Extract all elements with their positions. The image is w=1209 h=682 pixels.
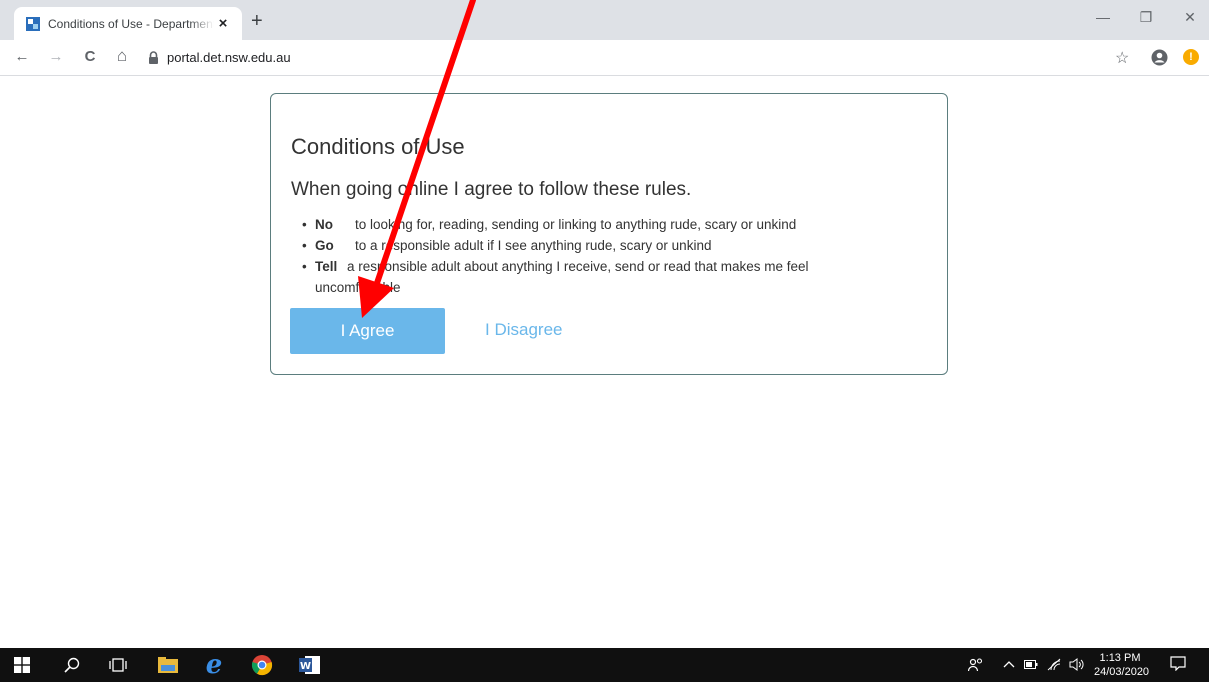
page-title: Conditions of Use (291, 134, 465, 159)
word-icon[interactable]: W (288, 648, 332, 682)
back-icon[interactable]: ← (12, 48, 32, 65)
volume-icon[interactable] (1069, 658, 1085, 671)
restore-icon[interactable]: ❐ (1136, 9, 1156, 26)
list-item: Tella responsible adult about anything I… (291, 256, 851, 298)
address-bar[interactable]: portal.det.nsw.edu.au (167, 50, 291, 65)
internet-explorer-icon[interactable]: e (192, 648, 236, 682)
tab-strip: Conditions of Use - Department of Educat… (0, 0, 1209, 40)
bookmark-star-icon[interactable]: ☆ (1115, 48, 1129, 68)
chrome-icon[interactable] (240, 648, 284, 682)
tab-title: Conditions of Use - Department of Educat… (48, 16, 214, 31)
rule-keyword: No (315, 217, 333, 232)
rule-text: a responsible adult about anything I rec… (315, 259, 809, 295)
task-view-icon[interactable] (96, 648, 140, 682)
tab-close-icon[interactable]: × (214, 15, 232, 32)
list-item: Go to a responsible adult if I see anythi… (291, 235, 851, 256)
disagree-link[interactable]: I Disagree (485, 320, 562, 340)
list-item: No to looking for, reading, sending or li… (291, 214, 851, 235)
conditions-card: Conditions of Use When going online I ag… (270, 93, 948, 375)
chevron-up-icon[interactable] (1003, 660, 1015, 668)
minimize-icon[interactable]: — (1093, 9, 1113, 25)
rule-keyword: Go (315, 238, 334, 253)
notification-center-icon[interactable] (1170, 655, 1186, 671)
close-window-icon[interactable]: ✕ (1180, 9, 1200, 26)
windows-taskbar: e W 1:13 PM 24/03/2020 (0, 648, 1209, 682)
new-tab-icon[interactable]: + (251, 11, 263, 31)
battery-icon[interactable] (1024, 660, 1038, 669)
search-icon[interactable] (50, 648, 94, 682)
profile-icon[interactable] (1151, 49, 1168, 66)
rule-text: to looking for, reading, sending or link… (355, 217, 797, 232)
svg-text:W: W (300, 661, 311, 672)
wifi-icon[interactable] (1047, 658, 1061, 671)
clock-date: 24/03/2020 (1094, 666, 1150, 678)
system-clock[interactable]: 1:13 PM 24/03/2020 (1094, 651, 1150, 679)
rule-text: to a responsible adult if I see anything… (355, 238, 712, 253)
rules-list: No to looking for, reading, sending or li… (291, 214, 851, 298)
reload-icon[interactable]: C (80, 48, 100, 65)
update-available-icon[interactable]: ! (1183, 49, 1199, 65)
lock-icon[interactable] (147, 51, 160, 65)
tab-conditions-of-use[interactable]: Conditions of Use - Department of Educat… (14, 7, 242, 40)
page-subtitle: When going online I agree to follow thes… (291, 179, 692, 200)
people-icon[interactable] (968, 658, 984, 672)
forward-icon[interactable]: → (46, 48, 66, 65)
windows-start-icon[interactable] (0, 648, 44, 682)
clock-time: 1:13 PM (1099, 652, 1141, 664)
home-icon[interactable]: ⌂ (112, 46, 132, 66)
rule-keyword: Tell (315, 259, 338, 274)
file-explorer-icon[interactable] (146, 648, 190, 682)
agree-button[interactable]: I Agree (290, 308, 445, 354)
department-favicon-icon (26, 16, 40, 31)
browser-toolbar: ← → C ⌂ portal.det.nsw.edu.au ☆ (0, 40, 1209, 76)
